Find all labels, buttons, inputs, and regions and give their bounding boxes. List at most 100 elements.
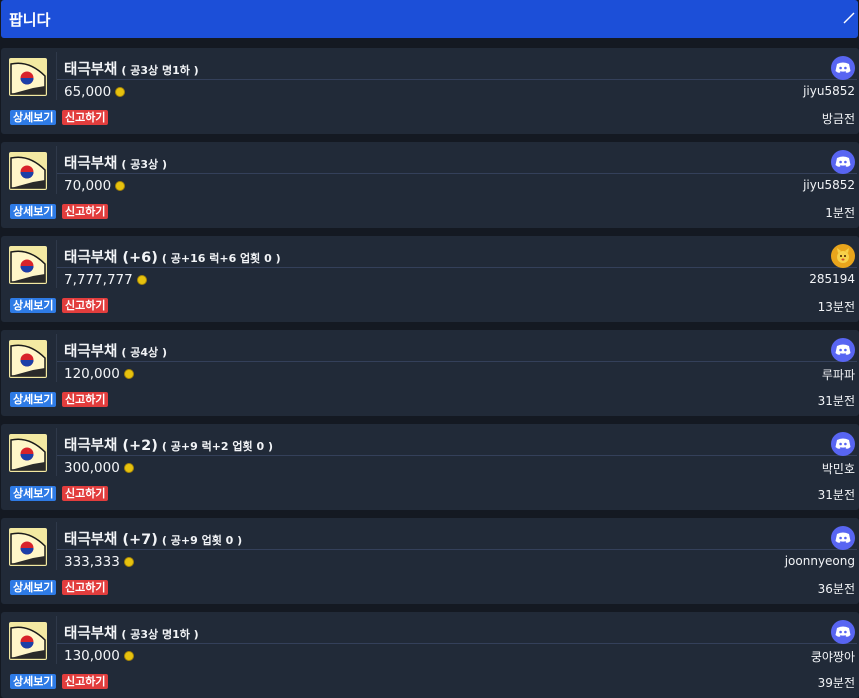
item-options: ( 공3상 명1하 ) [121, 64, 199, 77]
item-price: 70,000 [64, 177, 126, 195]
detail-button[interactable]: 상세보기 [10, 580, 57, 595]
divider [56, 428, 57, 476]
posted-time: 1분전 [825, 206, 855, 220]
detail-button[interactable]: 상세보기 [10, 674, 57, 689]
divider [57, 173, 857, 174]
listing-card: 태극부채 (+2) ( 공+9 럭+2 업횟 0 ) 300,000 박민호 상… [1, 424, 859, 510]
divider [57, 455, 857, 456]
item-price: 300,000 [64, 459, 134, 477]
posted-time: 36분전 [817, 582, 855, 596]
coin-icon [123, 651, 134, 661]
coin-icon [115, 87, 126, 97]
item-title: 태극부채 [64, 62, 118, 78]
coin-icon [123, 557, 134, 567]
item-options: ( 공3상 ) [121, 158, 167, 171]
seller-name[interactable]: 285194 [809, 272, 855, 286]
fan-item-icon [9, 152, 47, 190]
posted-time: 31분전 [817, 394, 855, 408]
item-title: 태극부채 (+6) [64, 250, 158, 266]
divider [56, 616, 57, 664]
item-price: 7,777,777 [64, 271, 147, 289]
discord-icon[interactable] [831, 150, 855, 174]
report-button[interactable]: 신고하기 [62, 110, 109, 125]
item-price: 130,000 [64, 647, 134, 665]
price-value: 7,777,777 [64, 272, 133, 288]
item-title: 태극부채 [64, 344, 118, 360]
report-button[interactable]: 신고하기 [62, 674, 109, 689]
report-button[interactable]: 신고하기 [62, 392, 109, 407]
fan-item-icon [9, 340, 47, 378]
listing-card: 태극부채 ( 공3상 명1하 ) 65,000 jiyu5852 상세보기 신고… [1, 48, 859, 134]
price-value: 130,000 [64, 648, 120, 664]
item-name[interactable]: 태극부채 ( 공3상 명1하 ) [64, 58, 199, 78]
discord-icon[interactable] [831, 526, 855, 550]
item-name[interactable]: 태극부채 ( 공4상 ) [64, 340, 167, 360]
item-options: ( 공+9 럭+2 업횟 0 ) [161, 440, 273, 453]
seller-name[interactable]: joonnyeong [785, 554, 855, 568]
item-price: 333,333 [64, 553, 134, 571]
pet-avatar-icon[interactable] [831, 244, 855, 268]
posted-time: 39분전 [817, 676, 855, 690]
price-value: 333,333 [64, 554, 120, 570]
posted-time: 방금전 [821, 112, 855, 126]
item-name[interactable]: 태극부채 ( 공3상 명1하 ) [64, 622, 199, 642]
seller-name[interactable]: jiyu5852 [803, 84, 855, 98]
price-value: 65,000 [64, 84, 112, 100]
fan-item-icon [9, 434, 47, 472]
seller-name[interactable]: 루파파 [822, 366, 855, 383]
report-button[interactable]: 신고하기 [62, 580, 109, 595]
price-value: 120,000 [64, 366, 120, 382]
item-name[interactable]: 태극부채 (+6) ( 공+16 럭+6 업횟 0 ) [64, 246, 281, 266]
divider [57, 549, 857, 550]
divider [56, 522, 57, 570]
detail-button[interactable]: 상세보기 [10, 392, 57, 407]
posted-time: 31분전 [817, 488, 855, 502]
item-name[interactable]: 태극부채 (+7) ( 공+9 업횟 0 ) [64, 528, 242, 548]
discord-icon[interactable] [831, 432, 855, 456]
discord-icon[interactable] [831, 620, 855, 644]
listing-card: 태극부채 ( 공3상 명1하 ) 130,000 쿵야짱아 상세보기 신고하기 … [1, 612, 859, 698]
seller-name[interactable]: 쿵야짱아 [811, 648, 855, 665]
item-title: 태극부채 [64, 626, 118, 642]
fan-item-icon [9, 622, 47, 660]
detail-button[interactable]: 상세보기 [10, 204, 57, 219]
fan-item-icon [9, 246, 47, 284]
listing-card: 태극부채 (+7) ( 공+9 업횟 0 ) 333,333 joonnyeon… [1, 518, 859, 604]
seller-name[interactable]: jiyu5852 [803, 178, 855, 192]
listing-card: 태극부채 (+6) ( 공+16 럭+6 업횟 0 ) 7,777,777 28… [1, 236, 859, 322]
divider [56, 240, 57, 288]
detail-button[interactable]: 상세보기 [10, 298, 57, 313]
price-value: 300,000 [64, 460, 120, 476]
divider [56, 146, 57, 194]
report-button[interactable]: 신고하기 [62, 298, 109, 313]
detail-button[interactable]: 상세보기 [10, 110, 57, 125]
item-name[interactable]: 태극부채 (+2) ( 공+9 럭+2 업횟 0 ) [64, 434, 273, 454]
item-price: 120,000 [64, 365, 134, 383]
divider [57, 643, 857, 644]
section-header[interactable]: 팝니다 [1, 0, 858, 38]
item-options: ( 공+9 업횟 0 ) [161, 534, 243, 547]
divider [57, 267, 857, 268]
posted-time: 13분전 [817, 300, 855, 314]
item-name[interactable]: 태극부채 ( 공3상 ) [64, 152, 167, 172]
coin-icon [115, 181, 126, 191]
divider [56, 334, 57, 382]
price-value: 70,000 [64, 178, 112, 194]
seller-name[interactable]: 박민호 [822, 460, 855, 477]
item-title: 태극부채 (+7) [64, 532, 158, 548]
listing-card: 태극부채 ( 공4상 ) 120,000 루파파 상세보기 신고하기 31분전 [1, 330, 859, 416]
coin-icon [136, 275, 147, 285]
chevron-up-icon[interactable] [842, 11, 856, 25]
report-button[interactable]: 신고하기 [62, 204, 109, 219]
detail-button[interactable]: 상세보기 [10, 486, 57, 501]
item-options: ( 공4상 ) [121, 346, 167, 359]
discord-icon[interactable] [831, 56, 855, 80]
report-button[interactable]: 신고하기 [62, 486, 109, 501]
item-price: 65,000 [64, 83, 126, 101]
discord-icon[interactable] [831, 338, 855, 362]
fan-item-icon [9, 528, 47, 566]
section-title: 팝니다 [9, 10, 51, 29]
item-title: 태극부채 (+2) [64, 438, 158, 454]
fan-item-icon [9, 58, 47, 96]
item-options: ( 공+16 럭+6 업횟 0 ) [161, 252, 281, 265]
